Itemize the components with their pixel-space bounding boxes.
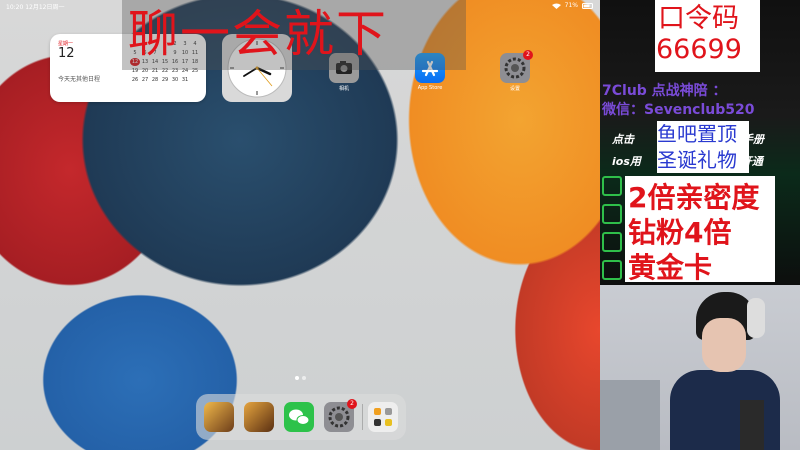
calendar-date: 29 bbox=[161, 77, 169, 83]
dock-separator bbox=[362, 404, 363, 430]
bonus-line-3: 黄金卡 bbox=[628, 251, 713, 284]
headset-icon bbox=[747, 298, 765, 338]
calendar-date: 27 bbox=[141, 77, 149, 83]
app-settings[interactable]: 2 设置 bbox=[500, 50, 533, 92]
club-line: 7Club 点战神陪 ： bbox=[602, 83, 727, 99]
calendar-date: 26 bbox=[131, 77, 139, 83]
password-code: 66699 bbox=[656, 34, 742, 65]
calendar-date: 28 bbox=[151, 77, 159, 83]
bonus-line-2: 钻粉4倍 bbox=[628, 216, 732, 249]
notification-badge: 2 bbox=[523, 50, 533, 60]
hint-text: 点击 bbox=[612, 133, 634, 146]
decor-squares bbox=[602, 176, 624, 288]
overlay-banner-text: 聊一会就下 bbox=[128, 5, 388, 63]
ipad-screen: 10:20 12月12日周一 71% 星期一 12 今天无其他日程 123456… bbox=[0, 0, 600, 450]
app-library-icon[interactable] bbox=[368, 402, 398, 432]
calendar-date: 31 bbox=[181, 77, 189, 83]
settings-icon[interactable]: 2 bbox=[324, 399, 357, 432]
webcam-feed bbox=[600, 285, 800, 450]
calendar-date bbox=[190, 76, 200, 84]
wechat-icon[interactable] bbox=[284, 402, 314, 432]
calendar-date: 30 bbox=[171, 77, 179, 83]
app-label: App Store bbox=[417, 85, 443, 91]
battery-icon bbox=[582, 2, 593, 9]
wifi-icon bbox=[551, 3, 561, 9]
hint-text: ios用 bbox=[612, 155, 641, 168]
gift-line-1: 鱼吧置顶 bbox=[657, 122, 737, 146]
status-right: 71% bbox=[551, 2, 594, 9]
game-icon[interactable] bbox=[204, 402, 234, 432]
wechat-line: 微信：Sevenclub520 bbox=[602, 102, 755, 118]
status-time: 10:20 bbox=[6, 4, 24, 11]
settings-icon: 2 bbox=[500, 50, 533, 83]
status-time-date: 10:20 12月12日周一 bbox=[6, 2, 65, 11]
password-title: 口令码 bbox=[658, 3, 739, 34]
dock: 2 bbox=[196, 394, 406, 440]
game-icon[interactable] bbox=[244, 402, 274, 432]
page-dot bbox=[295, 376, 299, 380]
bonus-line-1: 2倍亲密度 bbox=[628, 181, 760, 214]
app-label: 设置 bbox=[509, 86, 520, 92]
calendar-day: 12 bbox=[58, 46, 75, 61]
app-label: 相机 bbox=[338, 86, 349, 92]
streamer-face bbox=[702, 318, 746, 372]
status-date: 12月12日周一 bbox=[25, 4, 65, 11]
calendar-note: 今天无其他日程 bbox=[58, 76, 101, 83]
battery-percent: 71% bbox=[564, 2, 578, 9]
page-indicator[interactable] bbox=[295, 376, 306, 380]
notification-badge: 2 bbox=[347, 399, 357, 409]
microphone-icon bbox=[740, 400, 764, 450]
page-dot bbox=[302, 376, 306, 380]
background-equipment bbox=[600, 380, 660, 450]
gift-line-2: 圣诞礼物 bbox=[657, 148, 737, 172]
